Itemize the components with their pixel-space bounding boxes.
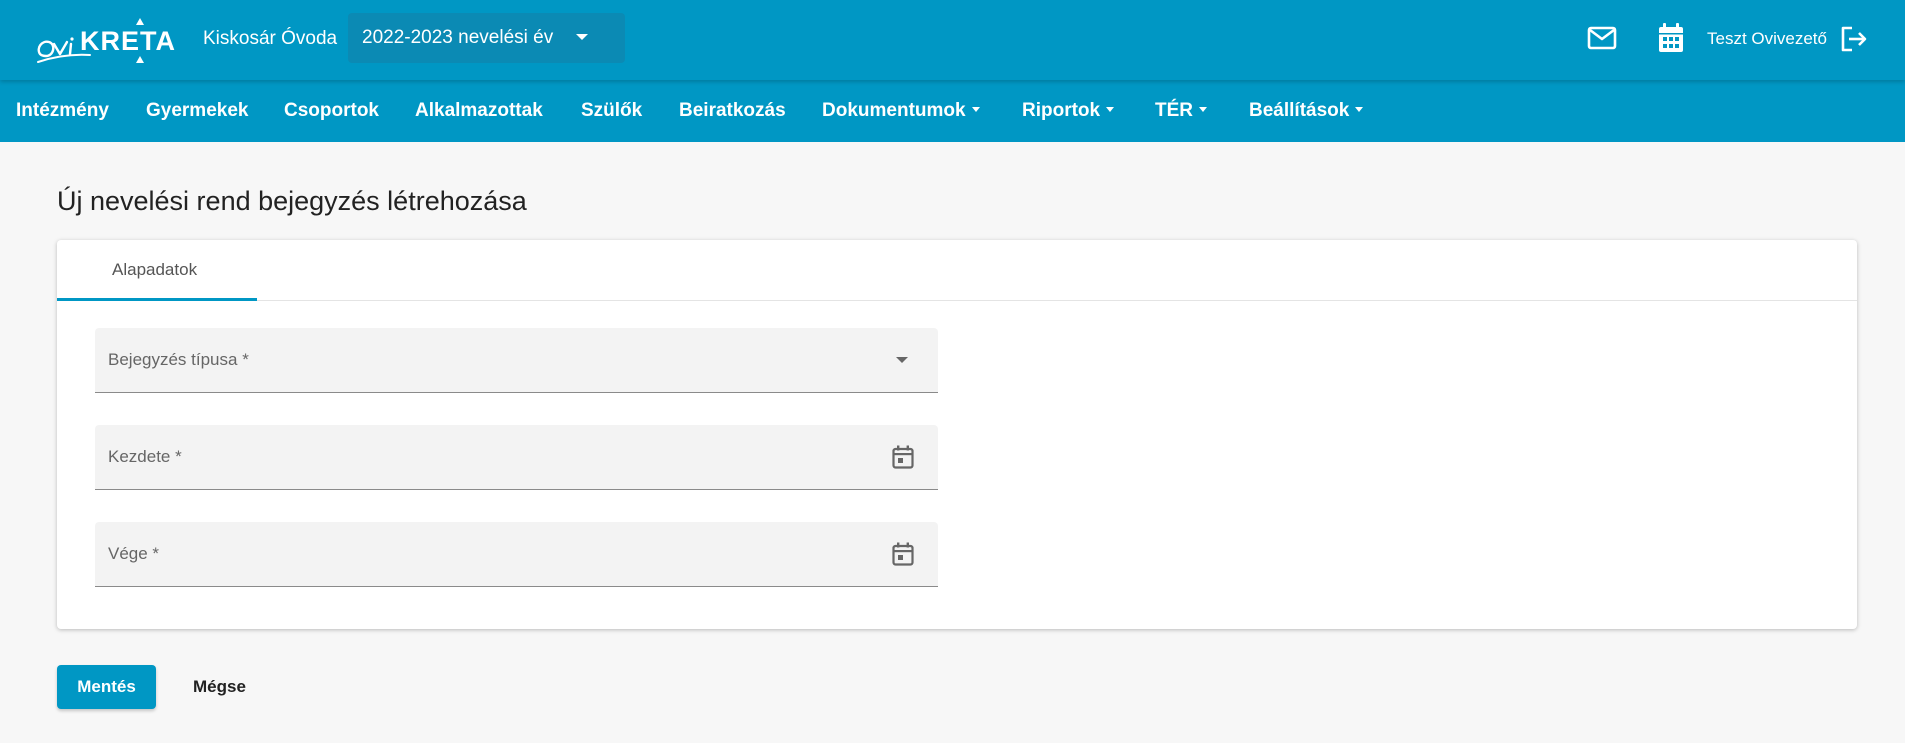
page-title: Új nevelési rend bejegyzés létrehozása: [57, 186, 527, 216]
start-date-field[interactable]: Kezdete *: [95, 425, 938, 490]
calendar-icon[interactable]: [1657, 22, 1685, 54]
nav-item-alkalmazottak[interactable]: Alkalmazottak: [415, 99, 543, 123]
caret-down-icon: [1355, 106, 1364, 112]
field-label: Vége *: [108, 544, 160, 563]
nav-item-ter[interactable]: TÉR: [1155, 99, 1207, 123]
tab-label: Alapadatok: [112, 260, 198, 279]
logout-icon[interactable]: [1839, 25, 1869, 53]
caret-down-icon: [971, 106, 980, 112]
cancel-button-label: Mégse: [193, 677, 246, 696]
nav-item-intezmeny[interactable]: Intézmény: [16, 99, 109, 123]
field-label: Kezdete *: [108, 447, 182, 466]
school-year-value: 2022-2023 nevelési év: [362, 27, 554, 48]
mail-icon[interactable]: [1586, 24, 1618, 52]
calendar-icon[interactable]: [892, 542, 914, 571]
caret-down-icon: [1106, 106, 1115, 112]
tab-bar: Alapadatok: [57, 240, 1857, 301]
top-bar: KRETA Kiskosár Óvoda 2022-2023 nevelési …: [0, 0, 1905, 80]
nav-item-dokumentumok[interactable]: Dokumentumok: [822, 99, 980, 123]
chevron-down-icon: [576, 34, 588, 40]
save-button-label: Mentés: [77, 677, 136, 696]
active-tab-indicator: [57, 298, 257, 301]
nav-item-gyermekek[interactable]: Gyermekek: [146, 99, 248, 123]
school-year-select[interactable]: 2022-2023 nevelési év: [348, 13, 625, 63]
main-nav: Intézmény Gyermekek Csoportok Alkalmazot…: [0, 80, 1905, 142]
nav-item-riportok[interactable]: Riportok: [1022, 99, 1115, 123]
end-date-field[interactable]: Vége *: [95, 522, 938, 587]
calendar-icon[interactable]: [892, 445, 914, 474]
entry-type-select[interactable]: Bejegyzés típusa *: [95, 328, 938, 393]
user-name[interactable]: Teszt Ovivezető: [1707, 27, 1827, 51]
cancel-button[interactable]: Mégse: [178, 665, 268, 709]
nav-item-csoportok[interactable]: Csoportok: [284, 99, 379, 123]
svg-text:KRETA: KRETA: [80, 26, 176, 56]
institution-name: Kiskosár Óvoda: [203, 28, 338, 49]
nav-item-beiratkozas[interactable]: Beiratkozás: [679, 99, 786, 123]
chevron-down-icon: [896, 357, 908, 363]
nav-item-szulok[interactable]: Szülők: [581, 99, 642, 123]
field-label: Bejegyzés típusa *: [108, 350, 249, 369]
nav-item-beallitasok[interactable]: Beállítások: [1249, 99, 1364, 123]
form-card: Alapadatok Bejegyzés típusa * Kezdete * …: [57, 240, 1857, 629]
caret-down-icon: [1199, 106, 1207, 112]
save-button[interactable]: Mentés: [57, 665, 156, 709]
tab-alapadatok[interactable]: Alapadatok: [57, 240, 257, 301]
ovikreta-logo[interactable]: KRETA: [36, 18, 186, 64]
